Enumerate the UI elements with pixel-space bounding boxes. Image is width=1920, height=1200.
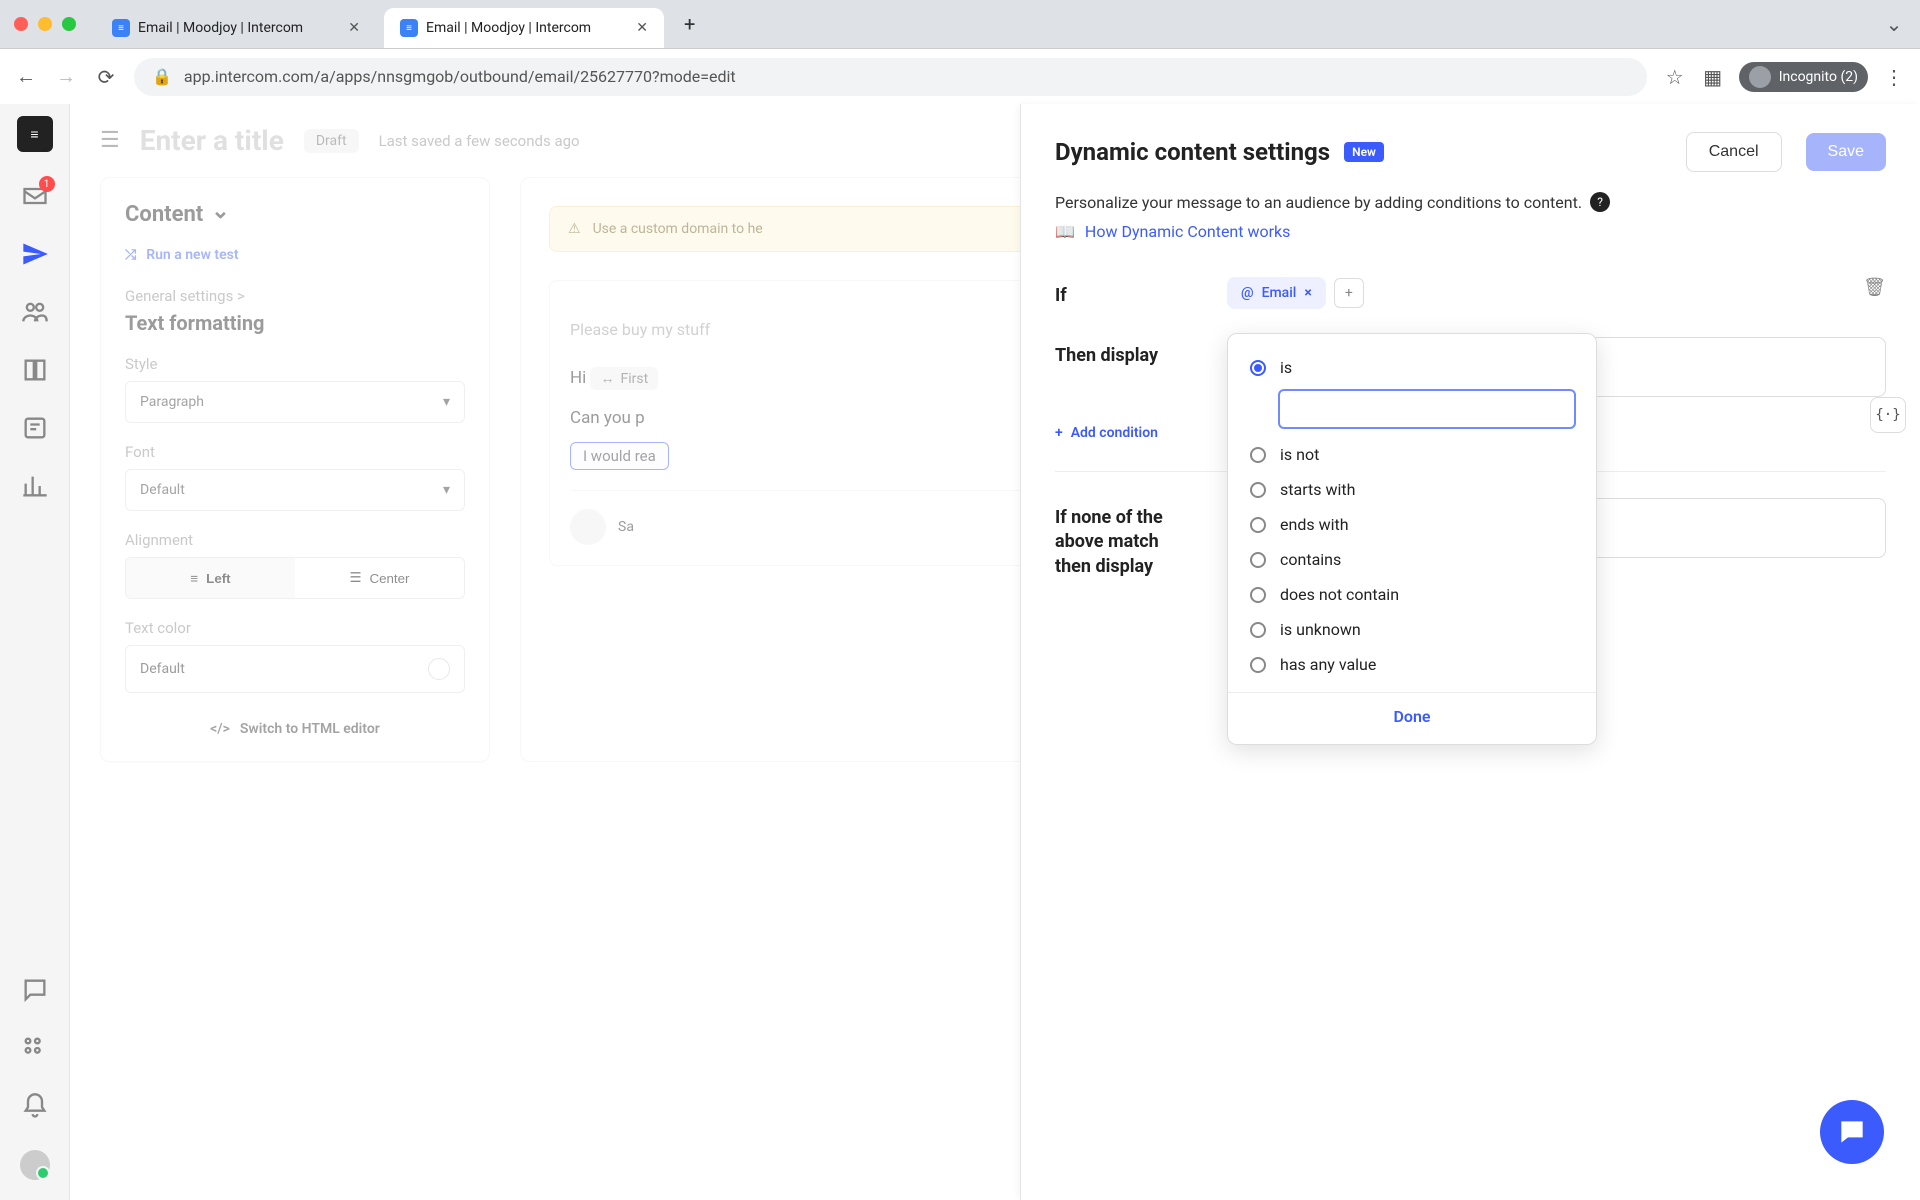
lock-icon: 🔒: [152, 67, 172, 86]
save-button[interactable]: Save: [1806, 133, 1886, 171]
option-does-not-contain[interactable]: does not contain: [1248, 577, 1576, 612]
add-attribute-button[interactable]: +: [1334, 278, 1364, 308]
condition-attribute-chip[interactable]: @ Email ×: [1227, 277, 1326, 309]
new-tab-button[interactable]: +: [684, 12, 695, 36]
at-icon: @: [1241, 285, 1254, 301]
reload-icon[interactable]: ⟳: [94, 65, 118, 89]
user-avatar[interactable]: [20, 1150, 50, 1180]
option-has-any-value[interactable]: has any value: [1248, 647, 1576, 682]
radio-icon: [1250, 447, 1266, 463]
inbox-icon[interactable]: 1: [21, 182, 49, 210]
star-icon[interactable]: ☆: [1663, 65, 1687, 89]
help-icon[interactable]: ?: [1590, 192, 1610, 212]
option-contains[interactable]: contains: [1248, 542, 1576, 577]
radio-icon: [1250, 482, 1266, 498]
option-label: contains: [1280, 550, 1341, 569]
forward-icon[interactable]: →: [54, 65, 78, 89]
option-label: does not contain: [1280, 585, 1399, 604]
back-icon[interactable]: ←: [14, 65, 38, 89]
messenger-icon[interactable]: [21, 976, 49, 1004]
incognito-icon: [1749, 66, 1771, 88]
dynamic-content-panel: Dynamic content settings New Cancel Save…: [1020, 104, 1920, 1200]
incognito-label: Incognito (2): [1779, 69, 1858, 85]
nav-rail: ≡ 1: [0, 104, 70, 1200]
done-button[interactable]: Done: [1228, 692, 1596, 728]
remove-chip-icon[interactable]: ×: [1304, 285, 1311, 301]
description-text: Personalize your message to an audience …: [1055, 193, 1582, 212]
browser-toolbar: ← → ⟳ 🔒 app.intercom.com/a/apps/nnsgmgob…: [0, 48, 1920, 104]
maximize-window-icon[interactable]: [62, 17, 76, 31]
menu-icon[interactable]: ⋮: [1882, 65, 1906, 89]
panel-description: Personalize your message to an audience …: [1055, 192, 1886, 212]
browser-chrome: ≡ Email | Moodjoy | Intercom ✕ ≡ Email |…: [0, 0, 1920, 104]
option-is-not[interactable]: is not: [1248, 437, 1576, 472]
operator-popover: is is not starts with: [1227, 333, 1597, 745]
notifications-icon[interactable]: [21, 1092, 49, 1120]
learn-link-label: How Dynamic Content works: [1085, 222, 1290, 241]
option-label: has any value: [1280, 655, 1376, 674]
option-label: is not: [1280, 445, 1319, 464]
contacts-icon[interactable]: [21, 298, 49, 326]
app-root: ≡ 1 ☰ E: [0, 104, 1920, 1200]
option-label: starts with: [1280, 480, 1355, 499]
main-area: ☰ Enter a title Draft Last saved a few s…: [70, 104, 1920, 1200]
option-label: ends with: [1280, 515, 1349, 534]
option-label: is: [1280, 358, 1292, 377]
radio-icon: [1250, 517, 1266, 533]
url-text: app.intercom.com/a/apps/nnsgmgob/outboun…: [184, 67, 736, 86]
rules-container: If @ Email × + 🗑 Then display {·}: [1055, 277, 1886, 579]
intercom-favicon-icon: ≡: [112, 19, 130, 37]
close-tab-icon[interactable]: ✕: [348, 20, 360, 36]
new-badge: New: [1344, 142, 1384, 162]
outbound-icon[interactable]: [21, 240, 49, 268]
chevron-down-icon[interactable]: ⌄: [1882, 12, 1906, 36]
extensions-icon[interactable]: ▦: [1701, 65, 1725, 89]
condition-attribute-label: Email: [1262, 285, 1297, 301]
apps-icon[interactable]: [21, 1034, 49, 1062]
delete-condition-icon[interactable]: 🗑: [1863, 277, 1886, 298]
radio-icon: [1250, 360, 1266, 376]
inbox-badge: 1: [39, 176, 55, 192]
plus-icon: +: [1055, 425, 1063, 441]
intercom-launcher[interactable]: [1820, 1100, 1884, 1164]
code-toggle-button[interactable]: {·}: [1870, 397, 1906, 433]
titlebar: ≡ Email | Moodjoy | Intercom ✕ ≡ Email |…: [0, 0, 1920, 48]
option-ends-with[interactable]: ends with: [1248, 507, 1576, 542]
if-label: If: [1055, 277, 1195, 306]
intercom-logo-icon[interactable]: ≡: [17, 116, 53, 152]
option-is-unknown[interactable]: is unknown: [1248, 612, 1576, 647]
minimize-window-icon[interactable]: [38, 17, 52, 31]
close-tab-icon[interactable]: ✕: [636, 20, 648, 36]
if-row: If @ Email × + 🗑: [1055, 277, 1886, 309]
operator-icon[interactable]: [21, 414, 49, 442]
radio-icon: [1250, 657, 1266, 673]
option-is[interactable]: is: [1248, 350, 1576, 385]
option-label: is unknown: [1280, 620, 1361, 639]
articles-icon[interactable]: [21, 356, 49, 384]
book-icon: 📖: [1055, 222, 1075, 241]
incognito-badge[interactable]: Incognito (2): [1739, 62, 1868, 92]
intercom-favicon-icon: ≡: [400, 19, 418, 37]
then-label: Then display: [1055, 337, 1195, 366]
tab-title: Email | Moodjoy | Intercom: [426, 20, 591, 36]
add-condition-label: Add condition: [1071, 425, 1158, 441]
panel-title: Dynamic content settings: [1055, 138, 1330, 166]
then-row: Then display {·} is is not: [1055, 337, 1886, 397]
radio-icon: [1250, 552, 1266, 568]
close-window-icon[interactable]: [14, 17, 28, 31]
condition-value-input[interactable]: [1278, 389, 1576, 429]
browser-tab-active[interactable]: ≡ Email | Moodjoy | Intercom ✕: [384, 8, 664, 48]
reports-icon[interactable]: [21, 472, 49, 500]
fallback-label: If none of the above match then display: [1055, 498, 1195, 579]
panel-header: Dynamic content settings New Cancel Save: [1055, 132, 1886, 172]
option-starts-with[interactable]: starts with: [1248, 472, 1576, 507]
url-bar[interactable]: 🔒 app.intercom.com/a/apps/nnsgmgob/outbo…: [134, 58, 1647, 96]
window-controls: [14, 17, 76, 31]
browser-tab[interactable]: ≡ Email | Moodjoy | Intercom ✕: [96, 8, 376, 48]
tab-title: Email | Moodjoy | Intercom: [138, 20, 303, 36]
radio-icon: [1250, 587, 1266, 603]
cancel-button[interactable]: Cancel: [1686, 132, 1782, 172]
radio-icon: [1250, 622, 1266, 638]
learn-more-link[interactable]: 📖 How Dynamic Content works: [1055, 222, 1886, 241]
